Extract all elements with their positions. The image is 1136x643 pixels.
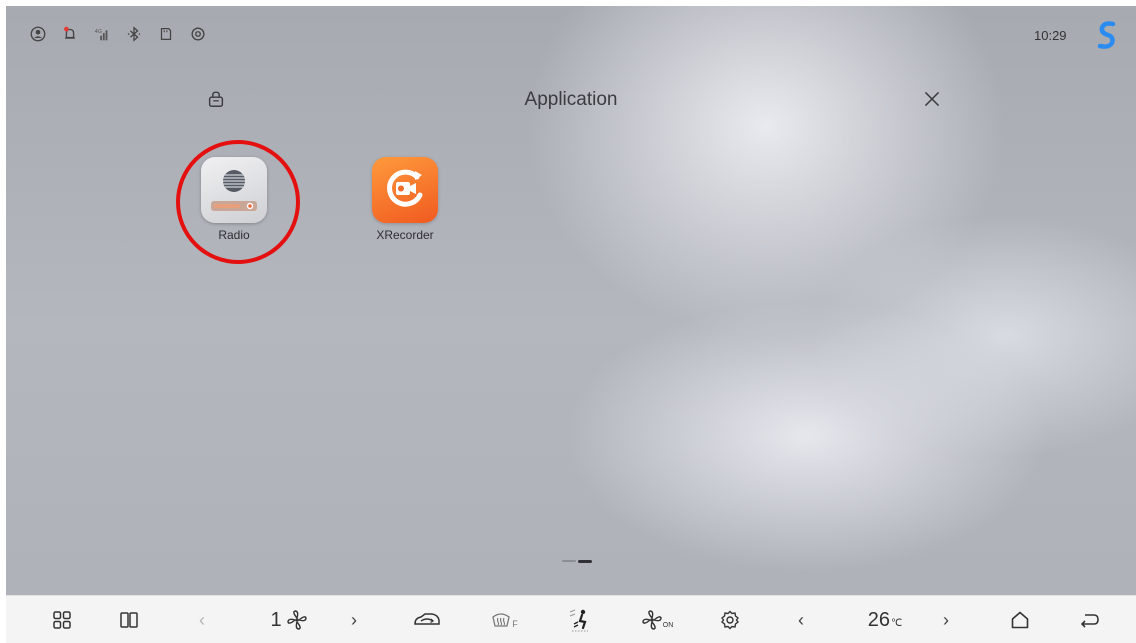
split-screen-icon (120, 612, 138, 628)
fan-increase-button[interactable]: › (344, 606, 364, 634)
close-button[interactable] (920, 87, 944, 111)
sd-card-icon (156, 24, 176, 44)
brand-logo-icon (1096, 20, 1118, 50)
back-button[interactable] (1076, 606, 1104, 634)
svg-text:4G: 4G (95, 29, 102, 35)
chevron-left-icon: ‹ (798, 609, 804, 630)
xrecorder-icon (372, 157, 438, 223)
temperature-value: 26 (867, 608, 890, 631)
apps-grid-button[interactable] (48, 606, 76, 634)
status-bar: 4G 10:29 (6, 6, 1136, 62)
temp-decrease-button[interactable]: ‹ (791, 606, 811, 634)
front-defrost-icon (492, 613, 510, 627)
page-indicator (562, 560, 602, 563)
app-label: XRecorder (376, 228, 434, 242)
fan-icon (286, 610, 307, 630)
page-dot (562, 560, 576, 562)
account-icon[interactable] (28, 24, 48, 44)
fan-on-button[interactable]: ON (637, 606, 677, 634)
car-air-circulation-icon (414, 613, 440, 625)
temperature-unit: ℃ (891, 617, 903, 629)
page-title: Application (524, 89, 618, 110)
back-icon (1080, 614, 1099, 628)
app-label: Radio (218, 228, 250, 242)
bluetooth-icon[interactable] (124, 24, 144, 44)
page-dot-active (578, 560, 592, 563)
airflow-mode-button[interactable] (562, 606, 596, 634)
chevron-right-icon: › (943, 609, 949, 630)
fan-decrease-button[interactable]: ‹ (192, 606, 212, 634)
airflow-mode-icon (569, 609, 588, 632)
air-circulation-button[interactable] (410, 606, 444, 634)
notification-icon[interactable] (60, 24, 80, 44)
temperature: 26 ℃ (860, 606, 910, 634)
close-icon (924, 91, 940, 107)
home-button[interactable] (1006, 606, 1034, 634)
home-screen: 4G 10:29 Application Radio XRecorder ‹ 1… (6, 6, 1136, 643)
split-screen-button[interactable] (115, 606, 143, 634)
fan-level-value: 1 (270, 608, 282, 631)
defrost-label: F (512, 619, 518, 629)
app-xrecorder[interactable]: XRecorder (365, 157, 445, 242)
bottom-dock: ‹ 1 › F ON ‹ 26 ℃ › (6, 595, 1136, 643)
signal-icon: 4G (92, 24, 112, 44)
apps-grid-icon (53, 611, 71, 629)
chevron-left-icon: ‹ (199, 609, 205, 630)
radio-icon (201, 157, 267, 223)
fan-on-label: ON (662, 621, 674, 629)
chevron-right-icon: › (351, 609, 357, 630)
home-icon (1011, 611, 1029, 629)
temp-increase-button[interactable]: › (936, 606, 956, 634)
gear-icon (721, 610, 739, 630)
climate-settings-button[interactable] (716, 606, 744, 634)
fan-on-icon (642, 610, 662, 630)
front-defrost-button[interactable]: F (484, 606, 524, 634)
clock: 10:29 (1034, 28, 1067, 43)
app-radio[interactable]: Radio (194, 157, 274, 242)
location-icon[interactable] (188, 24, 208, 44)
fan-speed: 1 (262, 606, 316, 634)
